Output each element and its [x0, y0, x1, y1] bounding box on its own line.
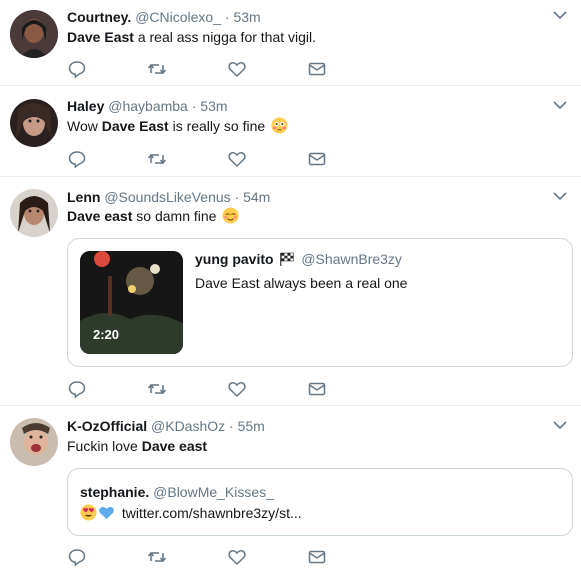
blue-heart-emoji: [99, 506, 114, 520]
timestamp[interactable]: 53m: [200, 98, 227, 114]
separator-dot: ·: [234, 189, 240, 205]
tweet-text-pre: Wow: [67, 118, 102, 134]
reply-icon[interactable]: [67, 149, 87, 169]
user-handle[interactable]: @KDashOz: [151, 418, 225, 434]
checkered-flag-emoji: [280, 252, 295, 266]
quoted-tweet-text: Dave East always been a real one: [195, 275, 408, 291]
tweet-text: Fuckin love Dave east: [67, 436, 207, 456]
tweet-text-post: is really so fine: [168, 118, 270, 134]
quoted-tweet-header: yung pavito @ShawnBre3zy: [195, 250, 402, 268]
user-handle[interactable]: @SoundsLikeVenus: [104, 189, 230, 205]
user-handle[interactable]: @CNicolexo_: [135, 9, 221, 25]
tweet-text-highlight: Dave East: [101, 118, 169, 134]
direct-message-icon[interactable]: [307, 379, 327, 399]
direct-message-icon[interactable]: [307, 149, 327, 169]
smiling-face-with-heart-eyes-emoji: [80, 504, 97, 521]
tweet-card[interactable]: Courtney. @CNicolexo_ · 53m Dave East a …: [0, 0, 581, 86]
quoted-tweet[interactable]: 2:20 yung pavito @ShawnBre3zy Dave East …: [67, 238, 573, 367]
reply-icon[interactable]: [67, 547, 87, 567]
tweet-header: Haley @haybamba · 53m: [67, 97, 228, 115]
like-icon[interactable]: [227, 547, 247, 567]
like-icon[interactable]: [227, 59, 247, 79]
timestamp[interactable]: 55m: [238, 418, 265, 434]
display-name[interactable]: Lenn: [67, 189, 100, 205]
tweet-actions: [67, 149, 347, 169]
display-name[interactable]: Haley: [67, 98, 104, 114]
separator-dot: ·: [224, 9, 230, 25]
tweet-text-post: so damn fine: [132, 208, 221, 224]
quoted-display-name[interactable]: stephanie.: [80, 484, 149, 500]
tweet-header: Lenn @SoundsLikeVenus · 54m: [67, 188, 270, 206]
display-name[interactable]: K-OzOfficial: [67, 418, 147, 434]
timestamp[interactable]: 53m: [233, 9, 260, 25]
display-name[interactable]: Courtney.: [67, 9, 131, 25]
flushed-face-emoji: [271, 117, 288, 134]
avatar[interactable]: [10, 99, 58, 147]
tweet-text: Wow Dave East is really so fine: [67, 116, 288, 136]
retweet-icon[interactable]: [147, 59, 167, 79]
separator-dot: ·: [229, 418, 234, 434]
chevron-down-icon[interactable]: [553, 100, 567, 110]
retweet-icon[interactable]: [147, 149, 167, 169]
tweet-header: Courtney. @CNicolexo_ · 53m: [67, 8, 261, 26]
tweet-text: Dave East a real ass nigga for that vigi…: [67, 27, 316, 47]
retweet-icon[interactable]: [147, 379, 167, 399]
tweet-text-post: a real ass nigga for that vigil.: [133, 29, 317, 45]
quoted-user-handle[interactable]: @ShawnBre3zy: [301, 251, 402, 267]
tweet-text-highlight: Dave east: [67, 208, 133, 224]
tweet-feed: Courtney. @CNicolexo_ · 53m Dave East a …: [0, 0, 581, 582]
tweet-actions: [67, 547, 347, 567]
quoted-display-name[interactable]: yung pavito: [195, 251, 274, 267]
direct-message-icon[interactable]: [307, 547, 327, 567]
tweet-card[interactable]: Lenn @SoundsLikeVenus · 54m Dave east so…: [0, 177, 581, 406]
user-handle[interactable]: @haybamba: [108, 98, 188, 114]
tweet-text: Dave east so damn fine: [67, 206, 239, 226]
avatar[interactable]: [10, 418, 58, 466]
tweet-card[interactable]: K-OzOfficial @KDashOz · 55m Fuckin love …: [0, 406, 581, 582]
chevron-down-icon[interactable]: [553, 420, 567, 430]
tweet-actions: [67, 379, 347, 399]
tweet-text-highlight: Dave East: [67, 29, 134, 45]
reply-icon[interactable]: [67, 59, 87, 79]
quoted-tweet[interactable]: stephanie. @BlowMe_Kisses_ twitter.com/s…: [67, 468, 573, 536]
tweet-card[interactable]: Haley @haybamba · 53m Wow Dave East is r…: [0, 86, 581, 177]
direct-message-icon[interactable]: [307, 59, 327, 79]
video-thumbnail[interactable]: 2:20: [80, 251, 183, 354]
avatar[interactable]: [10, 189, 58, 237]
chevron-down-icon[interactable]: [553, 191, 567, 201]
timestamp[interactable]: 54m: [243, 189, 270, 205]
tweet-text-pre: Fuckin love: [67, 438, 142, 454]
tweet-header: K-OzOfficial @KDashOz · 55m: [67, 417, 265, 435]
tweet-actions: [67, 59, 347, 79]
quoted-tweet-text: twitter.com/shawnbre3zy/st...: [80, 503, 302, 523]
reply-icon[interactable]: [67, 379, 87, 399]
like-icon[interactable]: [227, 149, 247, 169]
like-icon[interactable]: [227, 379, 247, 399]
chevron-down-icon[interactable]: [553, 10, 567, 20]
quoted-tweet-link[interactable]: twitter.com/shawnbre3zy/st...: [122, 505, 302, 521]
tweet-text-highlight: Dave east: [141, 438, 208, 454]
relieved-face-emoji: [222, 207, 239, 224]
quoted-tweet-header: stephanie. @BlowMe_Kisses_: [80, 483, 274, 501]
separator-dot: ·: [191, 98, 197, 114]
avatar[interactable]: [10, 10, 58, 58]
quoted-user-handle[interactable]: @BlowMe_Kisses_: [153, 484, 274, 500]
video-duration: 2:20: [93, 327, 120, 342]
retweet-icon[interactable]: [147, 547, 167, 567]
